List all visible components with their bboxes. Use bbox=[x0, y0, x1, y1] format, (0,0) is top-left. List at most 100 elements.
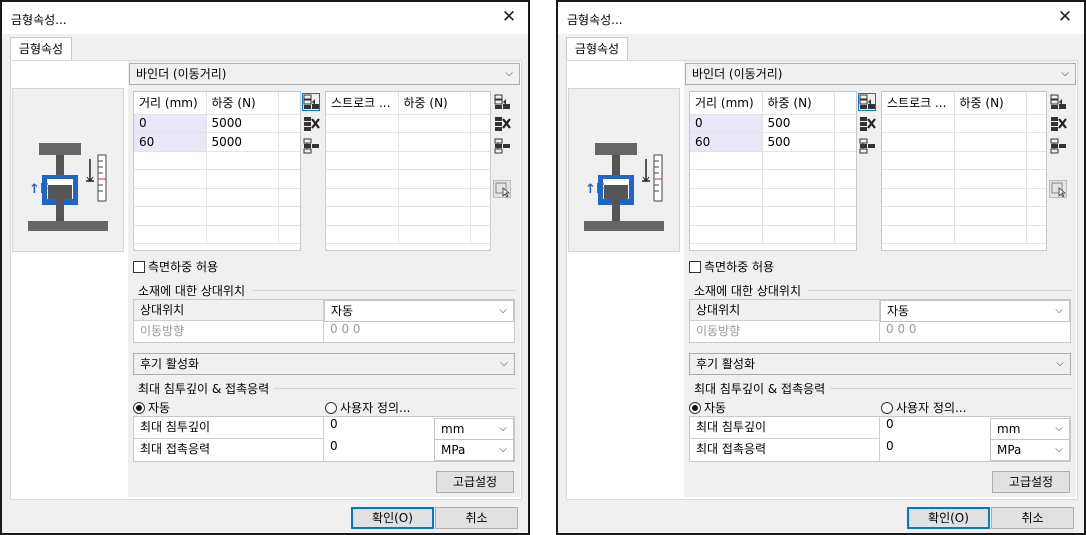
distance-load-table[interactable]: 거리 (mm) 하중 (N) 0 5000 60 5000 bbox=[133, 91, 301, 251]
relative-position-label: 상대위치 bbox=[690, 300, 880, 321]
cell-distance[interactable]: 60 bbox=[690, 132, 763, 152]
max-stress-unit-value: MPa bbox=[441, 443, 466, 457]
col-header-load[interactable]: 하중 (N) bbox=[206, 92, 279, 115]
close-icon[interactable]: ✕ bbox=[1054, 7, 1076, 29]
move-direction-label: 이동방향 bbox=[134, 321, 324, 342]
cell-distance[interactable]: 60 bbox=[134, 132, 207, 152]
max-depth-input[interactable]: 0 bbox=[324, 414, 434, 436]
insert-row-icon[interactable] bbox=[302, 93, 320, 111]
table-row[interactable]: 60 5000 bbox=[134, 132, 300, 152]
relative-position-value: 자동 bbox=[887, 304, 910, 318]
col-header-stroke[interactable]: 스트로크 ... bbox=[882, 92, 955, 115]
cell-distance[interactable]: 0 bbox=[134, 114, 207, 133]
title-bar[interactable]: 금형속성... ✕ bbox=[2, 2, 528, 34]
post-activation-select[interactable]: 후기 활성화 ⌵ bbox=[689, 353, 1071, 375]
append-row-icon[interactable] bbox=[858, 137, 876, 155]
col-header-load[interactable]: 하중 (N) bbox=[762, 92, 835, 115]
pick-cursor-icon[interactable] bbox=[493, 180, 511, 198]
max-depth-unit-select[interactable]: mm ⌵ bbox=[434, 418, 514, 440]
side-load-label: 측면하중 허용 bbox=[704, 260, 775, 274]
max-stress-input[interactable]: 0 bbox=[880, 436, 990, 458]
binder-tool-illustration: ↑F bbox=[568, 88, 680, 252]
max-stress-unit-value: MPa bbox=[997, 443, 1022, 457]
penetration-grid: 최대 침투깊이 0 mm ⌵ 최대 접촉응력 0 MPa ⌵ bbox=[689, 416, 1071, 462]
max-depth-label: 최대 침투깊이 bbox=[134, 417, 324, 439]
checkbox-box[interactable] bbox=[133, 260, 145, 273]
chevron-down-icon: ⌵ bbox=[1055, 444, 1063, 455]
side-load-checkbox[interactable]: 측면하중 허용 bbox=[689, 258, 774, 275]
cell-load[interactable]: 500 bbox=[762, 114, 835, 133]
press-binder-icon: ↑F bbox=[584, 143, 664, 231]
chevron-down-icon: ⌵ bbox=[499, 305, 507, 316]
max-depth-input[interactable]: 0 bbox=[880, 414, 990, 436]
tab-mold-properties[interactable]: 금형속성 bbox=[566, 37, 628, 61]
mode-select[interactable]: 바인더 (이동거리) ⌵ bbox=[129, 63, 520, 85]
section-divider bbox=[274, 388, 516, 389]
append-row-icon[interactable] bbox=[302, 137, 320, 155]
delete-row-icon[interactable] bbox=[858, 115, 876, 133]
close-icon[interactable]: ✕ bbox=[498, 7, 520, 29]
advanced-settings-button[interactable]: 고급설정 bbox=[992, 471, 1070, 493]
col-header-distance[interactable]: 거리 (mm) bbox=[134, 92, 207, 115]
radio-button[interactable] bbox=[133, 401, 145, 414]
checkbox-box[interactable] bbox=[689, 260, 701, 273]
stroke-load-table[interactable]: 스트로크 ... 하중 (N) bbox=[325, 91, 491, 251]
pick-cursor-icon[interactable] bbox=[1049, 180, 1067, 198]
max-depth-unit-value: mm bbox=[997, 422, 1021, 436]
side-load-checkbox[interactable]: 측면하중 허용 bbox=[133, 258, 218, 275]
append-row-icon[interactable] bbox=[1049, 137, 1067, 155]
cancel-button[interactable]: 취소 bbox=[991, 507, 1074, 529]
ok-button[interactable]: 확인(O) bbox=[351, 507, 434, 529]
tab-mold-properties[interactable]: 금형속성 bbox=[10, 37, 72, 61]
max-stress-unit-select[interactable]: MPa ⌵ bbox=[434, 439, 514, 461]
penetration-heading: 최대 침투깊이 & 접촉응력 bbox=[138, 382, 270, 396]
append-row-icon[interactable] bbox=[493, 137, 511, 155]
dialog-title: 금형속성... bbox=[11, 13, 67, 27]
radio-auto[interactable]: 자동 bbox=[689, 399, 726, 416]
svg-text:↑F: ↑F bbox=[585, 182, 605, 197]
advanced-settings-button[interactable]: 고급설정 bbox=[436, 471, 514, 493]
col-header-load[interactable]: 하중 (N) bbox=[954, 92, 1027, 115]
relative-position-label: 상대위치 bbox=[134, 300, 324, 321]
mode-select[interactable]: 바인더 (이동거리) ⌵ bbox=[685, 63, 1076, 85]
max-stress-input[interactable]: 0 bbox=[324, 436, 434, 458]
radio-button[interactable] bbox=[881, 401, 893, 414]
relative-position-heading: 소재에 대한 상대위치 bbox=[138, 284, 245, 298]
title-bar[interactable]: 금형속성... ✕ bbox=[558, 2, 1084, 34]
mold-properties-dialog: 금형속성... ✕ 금형속성 ↑F 바인더 (이동거리) ⌵ 거리 (mm) 하… bbox=[556, 0, 1086, 535]
max-stress-unit-select[interactable]: MPa ⌵ bbox=[990, 439, 1070, 461]
delete-row-icon[interactable] bbox=[493, 115, 511, 133]
radio-button[interactable] bbox=[689, 401, 701, 414]
mode-select-value: 바인더 (이동거리) bbox=[692, 67, 783, 81]
insert-row-icon[interactable] bbox=[493, 93, 511, 111]
table-row[interactable]: 0 5000 bbox=[134, 114, 300, 133]
delete-row-icon[interactable] bbox=[1049, 115, 1067, 133]
stroke-load-table[interactable]: 스트로크 ... 하중 (N) bbox=[881, 91, 1047, 251]
cancel-button[interactable]: 취소 bbox=[435, 507, 518, 529]
insert-row-icon[interactable] bbox=[1049, 93, 1067, 111]
col-header-distance[interactable]: 거리 (mm) bbox=[690, 92, 763, 115]
table-row[interactable]: 0 500 bbox=[690, 114, 856, 133]
radio-auto-label: 자동 bbox=[704, 401, 727, 415]
cell-load[interactable]: 5000 bbox=[206, 114, 279, 133]
col-header-stroke[interactable]: 스트로크 ... bbox=[326, 92, 399, 115]
cell-load[interactable]: 500 bbox=[762, 132, 835, 152]
distance-load-table[interactable]: 거리 (mm) 하중 (N) 0 500 60 500 bbox=[689, 91, 857, 251]
post-activation-select[interactable]: 후기 활성화 ⌵ bbox=[133, 353, 515, 375]
move-direction-value: 0 0 0 bbox=[886, 322, 917, 336]
chevron-down-icon: ⌵ bbox=[1056, 358, 1064, 369]
ok-button[interactable]: 확인(O) bbox=[907, 507, 990, 529]
side-load-label: 측면하중 허용 bbox=[148, 260, 219, 274]
delete-row-icon[interactable] bbox=[302, 115, 320, 133]
max-depth-unit-select[interactable]: mm ⌵ bbox=[990, 418, 1070, 440]
radio-button[interactable] bbox=[325, 401, 337, 414]
insert-row-icon[interactable] bbox=[858, 93, 876, 111]
table-row[interactable]: 60 500 bbox=[690, 132, 856, 152]
penetration-heading: 최대 침투깊이 & 접촉응력 bbox=[694, 382, 826, 396]
cell-load[interactable]: 5000 bbox=[206, 132, 279, 152]
chevron-down-icon: ⌵ bbox=[505, 68, 513, 79]
section-divider bbox=[252, 290, 516, 291]
col-header-load[interactable]: 하중 (N) bbox=[398, 92, 471, 115]
radio-auto[interactable]: 자동 bbox=[133, 399, 170, 416]
cell-distance[interactable]: 0 bbox=[690, 114, 763, 133]
